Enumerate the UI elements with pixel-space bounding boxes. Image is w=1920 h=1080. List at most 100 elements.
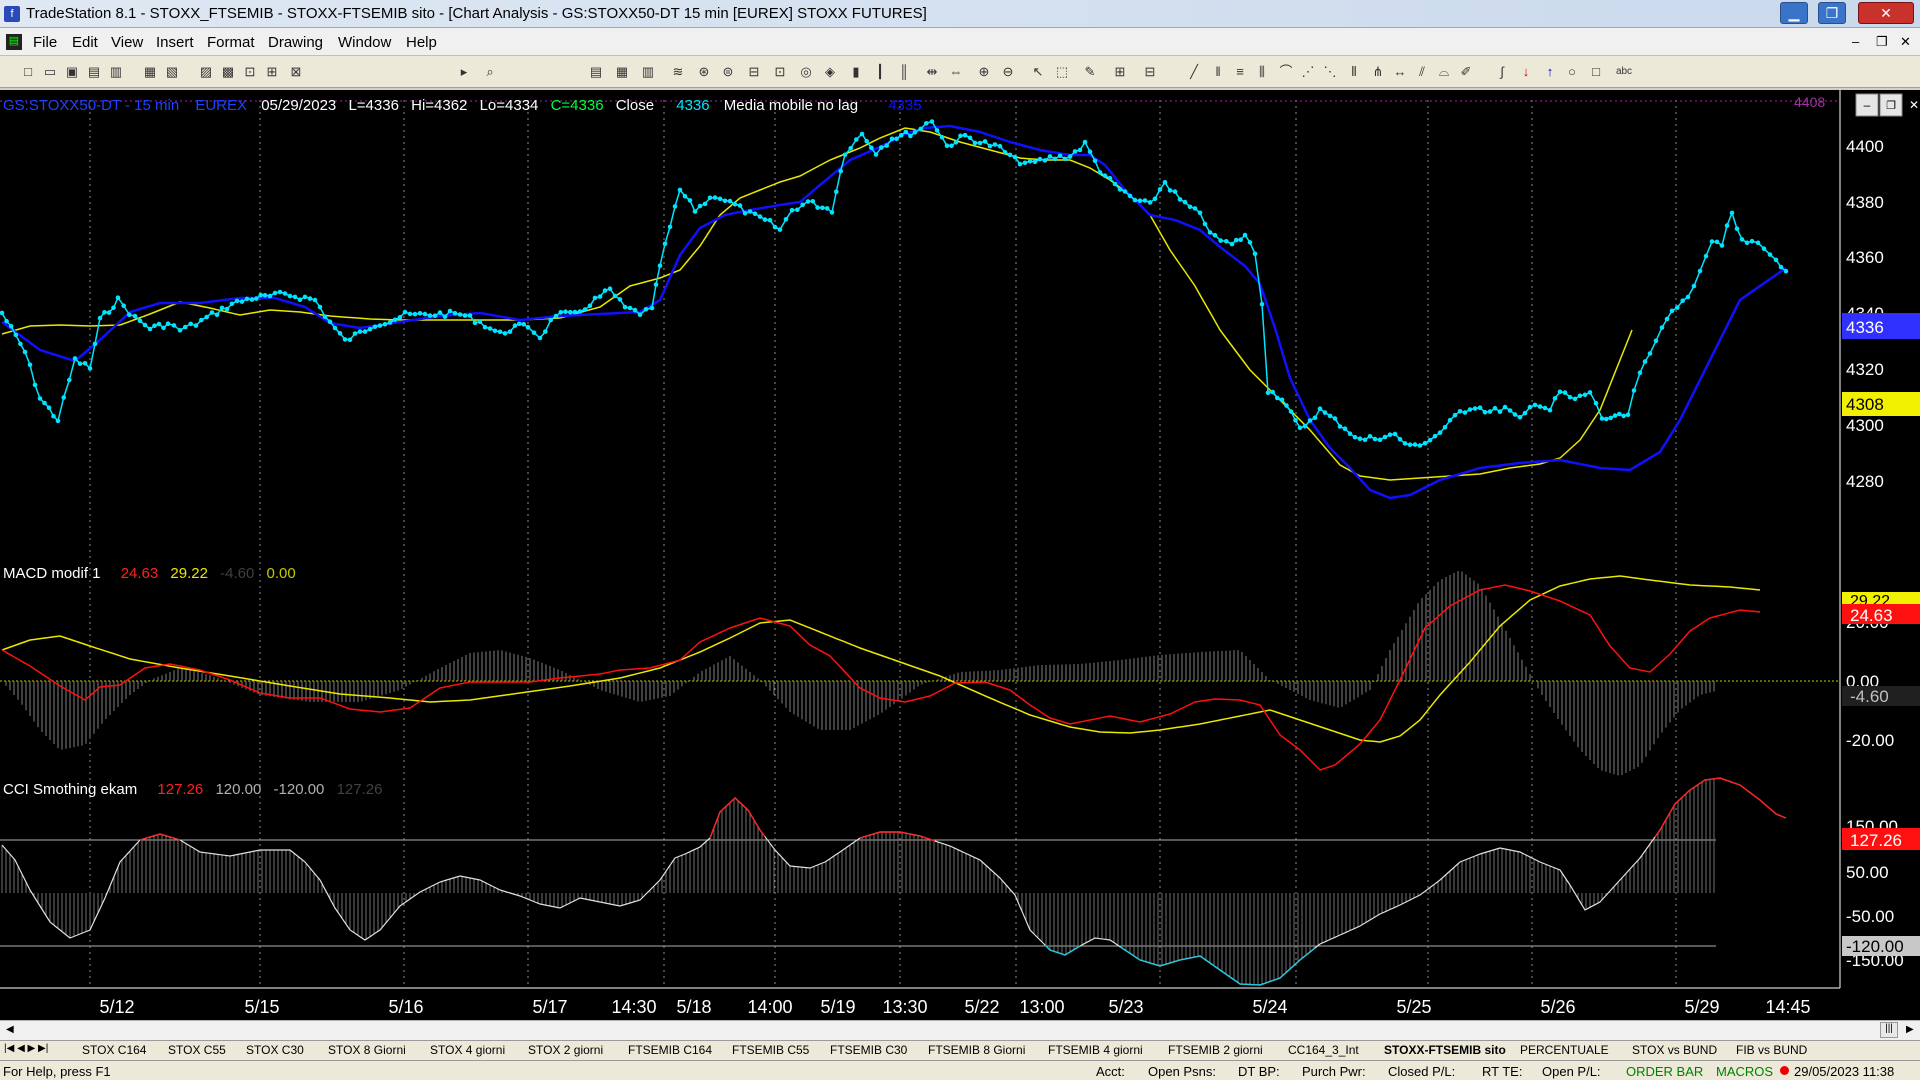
tab-stox-c164[interactable]: STOX C164 — [82, 1043, 146, 1057]
horizontal-scrollbar[interactable]: ◀ ||| ▶ — [0, 1020, 1920, 1040]
menu-insert[interactable]: Insert — [156, 34, 194, 51]
arrow-both-icon[interactable]: ↔ — [1392, 64, 1408, 80]
curve-icon[interactable]: ∫ — [1494, 64, 1510, 80]
tab-ftsemib-c164[interactable]: FTSEMIB C164 — [628, 1043, 712, 1057]
cci-tag-lower: -120.00 — [1846, 937, 1904, 956]
pane-close-icon[interactable]: ✕ — [1909, 98, 1919, 112]
speed-lines-icon[interactable]: ⋱ — [1322, 64, 1338, 80]
candle-icon[interactable]: ┃ — [872, 64, 888, 80]
find-symbol-icon[interactable]: ⌕ — [482, 64, 498, 80]
close-button[interactable]: ✕ — [1858, 2, 1914, 24]
tab-stox-4-giorni[interactable]: STOX 4 giorni — [430, 1043, 505, 1057]
menu-format[interactable]: Format — [207, 34, 255, 51]
circle-icon[interactable]: ○ — [1564, 64, 1580, 80]
tab-ftsemib-8-giorni[interactable]: FTSEMIB 8 Giorni — [928, 1043, 1025, 1057]
chart-icon[interactable]: ▨ — [198, 64, 214, 80]
zoom-in-icon[interactable]: ⊕ — [976, 64, 992, 80]
tab-cc164-3-int[interactable]: CC164_3_Int — [1288, 1043, 1359, 1057]
data-window-icon[interactable]: ⊞ — [1112, 64, 1128, 80]
rectangle-icon[interactable]: □ — [1588, 64, 1604, 80]
trendline-icon[interactable]: ╱ — [1186, 64, 1202, 80]
gann-fan-icon[interactable]: ⋰ — [1300, 64, 1316, 80]
tab-stoxx-ftsemib-sito[interactable]: STOXX-FTSEMIB sito — [1384, 1043, 1506, 1057]
vertical-lines-icon[interactable]: ‖ — [1210, 64, 1226, 80]
matrix-icon[interactable]: ◈ — [822, 64, 838, 80]
window-icon[interactable]: ⊟ — [746, 64, 762, 80]
new-icon[interactable]: □ — [20, 64, 36, 80]
horizontal-line-icon[interactable]: ≡ — [1232, 64, 1248, 80]
tab-fib-vs-bund[interactable]: FIB vs BUND — [1736, 1043, 1807, 1057]
bar-chart-icon[interactable]: ▮ — [848, 64, 864, 80]
refresh-icon[interactable]: ▩ — [220, 64, 236, 80]
menu-window[interactable]: Window — [338, 34, 391, 51]
parallel-lines-icon[interactable]: ⫽ — [1414, 64, 1430, 80]
zoom-out-bars-icon[interactable]: ⇹ — [924, 64, 940, 80]
snap-icon[interactable]: ⊟ — [1142, 64, 1158, 80]
pencil-icon[interactable]: ✐ — [1458, 64, 1474, 80]
arrow-up-icon[interactable]: ↑ — [1542, 64, 1558, 80]
scanner-icon[interactable]: ⊡ — [772, 64, 788, 80]
tab-stox-2-giorni[interactable]: STOX 2 giorni — [528, 1043, 603, 1057]
chart-window-icon[interactable]: ▤ — [6, 34, 22, 50]
tab-ftsemib-2-giorni[interactable]: FTSEMIB 2 giorni — [1168, 1043, 1263, 1057]
menu-drawing[interactable]: Drawing — [268, 34, 323, 51]
tab-percentuale[interactable]: PERCENTUALE — [1520, 1043, 1609, 1057]
menu-edit[interactable]: Edit — [72, 34, 98, 51]
zoom-in-bars-icon[interactable]: ⇔ — [948, 64, 964, 80]
pane-minimize-icon[interactable]: – — [1864, 98, 1871, 112]
mdi-close-button[interactable]: ✕ — [1900, 34, 1911, 50]
status-macros[interactable]: MACROS — [1716, 1064, 1773, 1079]
chart-area[interactable]: GS:STOXX50-DT - 15 min EUREX 05/29/2023 … — [0, 90, 1920, 1020]
tab-ftsemib-c30[interactable]: FTSEMIB C30 — [830, 1043, 907, 1057]
go-arrow-icon[interactable]: ▸ — [456, 64, 472, 80]
price-point — [1197, 210, 1203, 216]
scroll-thumb[interactable]: ||| — [1880, 1022, 1898, 1038]
menu-help[interactable]: Help — [406, 34, 437, 51]
tab-ftsemib-c55[interactable]: FTSEMIB C55 — [732, 1043, 809, 1057]
scroll-left-icon[interactable]: ◀ — [6, 1024, 14, 1035]
macro-icon[interactable]: ⊞ — [264, 64, 280, 80]
save-icon[interactable]: ▣ — [64, 64, 80, 80]
strategy-icon[interactable]: ≋ — [670, 64, 686, 80]
tab-stox-c30[interactable]: STOX C30 — [246, 1043, 304, 1057]
pane-restore-icon[interactable]: ❐ — [1886, 100, 1896, 112]
print-preview-icon[interactable]: ▧ — [164, 64, 180, 80]
tab-ftsemib-4-giorni[interactable]: FTSEMIB 4 giorni — [1048, 1043, 1143, 1057]
radar-icon[interactable]: ◎ — [798, 64, 814, 80]
optimize-icon[interactable]: ⊛ — [696, 64, 712, 80]
workspace-icon[interactable]: ▤ — [86, 64, 102, 80]
open-icon[interactable]: ▭ — [42, 64, 58, 80]
layout-icon[interactable]: ▤ — [588, 64, 604, 80]
pointer-icon[interactable]: ↖ — [1030, 64, 1046, 80]
lock-icon[interactable]: ⊡ — [242, 64, 258, 80]
drawing-select-icon[interactable]: ⬚ — [1054, 64, 1070, 80]
tools-icon[interactable]: ✎ — [1082, 64, 1098, 80]
table-icon[interactable]: ▥ — [640, 64, 656, 80]
andrews-pitchfork-icon[interactable]: ⋔ — [1370, 64, 1386, 80]
tab-stox-vs-bund[interactable]: STOX vs BUND — [1632, 1043, 1717, 1057]
channel-icon[interactable]: ⫼ — [1254, 64, 1270, 80]
status-order-bar[interactable]: ORDER BAR — [1626, 1064, 1703, 1079]
arrow-down-icon[interactable]: ↓ — [1518, 64, 1534, 80]
grid-icon[interactable]: ▦ — [614, 64, 630, 80]
maximize-button[interactable]: ❐ — [1818, 2, 1846, 24]
minimize-button[interactable]: ▁ — [1780, 2, 1808, 24]
fibonacci-icon[interactable]: ⌒ — [1278, 64, 1294, 80]
tab-stox-8-giorni[interactable]: STOX 8 Giorni — [328, 1043, 406, 1057]
clipboard-icon[interactable]: ▥ — [108, 64, 124, 80]
menu-file[interactable]: File — [33, 34, 57, 51]
report-icon[interactable]: ⊜ — [720, 64, 736, 80]
mdi-restore-button[interactable]: ❐ — [1876, 34, 1888, 50]
tab-stox-c55[interactable]: STOX C55 — [168, 1043, 226, 1057]
indicator-icon[interactable]: ⊠ — [288, 64, 304, 80]
tab-nav-first-icon[interactable]: |◀ ◀ ▶ ▶| — [4, 1043, 48, 1054]
fib-time-icon[interactable]: ⫴ — [1346, 64, 1362, 80]
print-icon[interactable]: ▦ — [142, 64, 158, 80]
menu-view[interactable]: View — [111, 34, 143, 51]
scroll-right-icon[interactable]: ▶ — [1906, 1024, 1914, 1035]
volume-icon[interactable]: ║ — [896, 64, 912, 80]
text-tool-icon[interactable]: abc — [1612, 64, 1636, 80]
mdi-minimize-button[interactable]: – — [1852, 34, 1859, 49]
zoom-out-icon[interactable]: ⊖ — [1000, 64, 1016, 80]
arc-icon[interactable]: ⌓ — [1436, 64, 1452, 80]
